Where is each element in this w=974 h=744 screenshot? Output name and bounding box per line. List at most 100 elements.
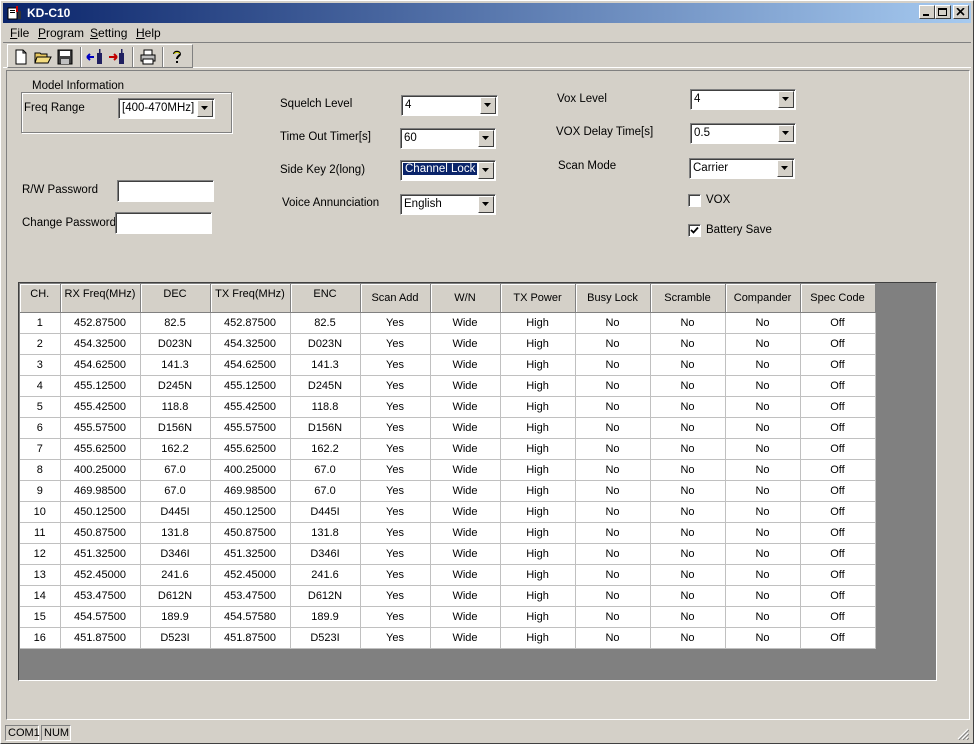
cell-wn[interactable]: Wide — [430, 627, 501, 649]
cell-busy-lock[interactable]: No — [575, 564, 651, 586]
cell-rx-freq[interactable]: 455.12500 — [60, 375, 141, 397]
cell-tx-freq[interactable]: 452.87500 — [210, 312, 291, 334]
cell-rx-freq[interactable]: 451.32500 — [60, 543, 141, 565]
column-header-spec-code[interactable]: Spec Code — [800, 284, 876, 313]
cell-scan-add[interactable]: Yes — [360, 312, 431, 334]
cell-ch[interactable]: 11 — [20, 522, 61, 544]
vox-level-select[interactable]: 4 — [690, 89, 796, 110]
cell-ch[interactable]: 3 — [20, 354, 61, 376]
table-row[interactable]: 1 452.87500 82.5 452.87500 82.5 Yes Wide High No… — [20, 312, 876, 334]
voice-annunciation-select[interactable]: English — [400, 194, 496, 215]
table-row[interactable]: 13 452.45000 241.6 452.45000 241.6 Yes Wide Hig… — [20, 564, 876, 586]
cell-spec-code[interactable]: Off — [800, 627, 876, 649]
cell-scramble[interactable]: No — [650, 627, 726, 649]
cell-dec[interactable]: D245N — [140, 375, 211, 397]
cell-spec-code[interactable]: Off — [800, 480, 876, 502]
cell-tx-freq[interactable]: 451.87500 — [210, 627, 291, 649]
cell-tx-freq[interactable]: 455.12500 — [210, 375, 291, 397]
cell-dec[interactable]: 131.8 — [140, 522, 211, 544]
cell-dec[interactable]: D346I — [140, 543, 211, 565]
cell-spec-code[interactable]: Off — [800, 438, 876, 460]
open-button[interactable] — [34, 48, 54, 66]
vox-delay-select[interactable]: 0.5 — [690, 123, 796, 144]
vox-checkbox[interactable] — [688, 194, 701, 207]
cell-scan-add[interactable]: Yes — [360, 459, 431, 481]
close-button[interactable] — [953, 5, 969, 19]
cell-dec[interactable]: D612N — [140, 585, 211, 607]
cell-busy-lock[interactable]: No — [575, 396, 651, 418]
cell-tx-power[interactable]: High — [500, 606, 576, 628]
cell-busy-lock[interactable]: No — [575, 543, 651, 565]
cell-tx-power[interactable]: High — [500, 627, 576, 649]
cell-ch[interactable]: 5 — [20, 396, 61, 418]
cell-wn[interactable]: Wide — [430, 333, 501, 355]
dropdown-arrow[interactable] — [478, 196, 494, 213]
cell-scan-add[interactable]: Yes — [360, 438, 431, 460]
cell-busy-lock[interactable]: No — [575, 627, 651, 649]
cell-busy-lock[interactable]: No — [575, 417, 651, 439]
cell-tx-freq[interactable]: 453.47500 — [210, 585, 291, 607]
column-header-enc[interactable]: ENC — [290, 284, 361, 313]
column-header-dec[interactable]: DEC — [140, 284, 211, 313]
cell-compander[interactable]: No — [725, 312, 801, 334]
cell-dec[interactable]: 67.0 — [140, 459, 211, 481]
cell-compander[interactable]: No — [725, 354, 801, 376]
cell-spec-code[interactable]: Off — [800, 375, 876, 397]
dropdown-arrow[interactable] — [480, 97, 496, 114]
cell-scan-add[interactable]: Yes — [360, 396, 431, 418]
maximize-button[interactable] — [935, 5, 951, 19]
cell-wn[interactable]: Wide — [430, 606, 501, 628]
cell-enc[interactable]: 67.0 — [290, 480, 361, 502]
cell-tx-power[interactable]: High — [500, 333, 576, 355]
cell-tx-freq[interactable]: 454.62500 — [210, 354, 291, 376]
cell-wn[interactable]: Wide — [430, 585, 501, 607]
cell-ch[interactable]: 8 — [20, 459, 61, 481]
write-radio-button[interactable] — [108, 48, 128, 66]
cell-scramble[interactable]: No — [650, 459, 726, 481]
table-row[interactable]: 2 454.32500 D023N 454.32500 D023N Yes Wide High… — [20, 333, 876, 355]
read-radio-button[interactable] — [86, 48, 106, 66]
cell-ch[interactable]: 13 — [20, 564, 61, 586]
cell-rx-freq[interactable]: 450.12500 — [60, 501, 141, 523]
cell-enc[interactable]: 131.8 — [290, 522, 361, 544]
cell-enc[interactable]: 118.8 — [290, 396, 361, 418]
cell-tx-freq[interactable]: 400.25000 — [210, 459, 291, 481]
cell-ch[interactable]: 2 — [20, 333, 61, 355]
cell-compander[interactable]: No — [725, 396, 801, 418]
cell-spec-code[interactable]: Off — [800, 417, 876, 439]
cell-ch[interactable]: 7 — [20, 438, 61, 460]
cell-tx-power[interactable]: High — [500, 501, 576, 523]
cell-enc[interactable]: 141.3 — [290, 354, 361, 376]
cell-rx-freq[interactable]: 452.45000 — [60, 564, 141, 586]
cell-rx-freq[interactable]: 455.42500 — [60, 396, 141, 418]
table-row[interactable]: 11 450.87500 131.8 450.87500 131.8 Yes Wide Hig… — [20, 522, 876, 544]
cell-wn[interactable]: Wide — [430, 312, 501, 334]
cell-compander[interactable]: No — [725, 480, 801, 502]
column-header-tx-power[interactable]: TX Power — [500, 284, 576, 313]
cell-tx-power[interactable]: High — [500, 564, 576, 586]
cell-wn[interactable]: Wide — [430, 480, 501, 502]
cell-tx-freq[interactable]: 454.32500 — [210, 333, 291, 355]
cell-tx-power[interactable]: High — [500, 354, 576, 376]
cell-dec[interactable]: 82.5 — [140, 312, 211, 334]
cell-tx-power[interactable]: High — [500, 585, 576, 607]
cell-dec[interactable]: D445I — [140, 501, 211, 523]
cell-enc[interactable]: D023N — [290, 333, 361, 355]
cell-tx-power[interactable]: High — [500, 438, 576, 460]
cell-ch[interactable]: 14 — [20, 585, 61, 607]
cell-wn[interactable]: Wide — [430, 501, 501, 523]
cell-wn[interactable]: Wide — [430, 564, 501, 586]
cell-scramble[interactable]: No — [650, 585, 726, 607]
cell-scan-add[interactable]: Yes — [360, 354, 431, 376]
table-row[interactable]: 12 451.32500 D346I 451.32500 D346I Yes Wide Hig… — [20, 543, 876, 565]
cell-compander[interactable]: No — [725, 459, 801, 481]
cell-rx-freq[interactable]: 451.87500 — [60, 627, 141, 649]
cell-tx-freq[interactable]: 450.12500 — [210, 501, 291, 523]
print-button[interactable] — [139, 48, 159, 66]
cell-spec-code[interactable]: Off — [800, 354, 876, 376]
cell-rx-freq[interactable]: 453.47500 — [60, 585, 141, 607]
cell-scan-add[interactable]: Yes — [360, 585, 431, 607]
cell-ch[interactable]: 9 — [20, 480, 61, 502]
cell-ch[interactable]: 1 — [20, 312, 61, 334]
cell-tx-power[interactable]: High — [500, 417, 576, 439]
